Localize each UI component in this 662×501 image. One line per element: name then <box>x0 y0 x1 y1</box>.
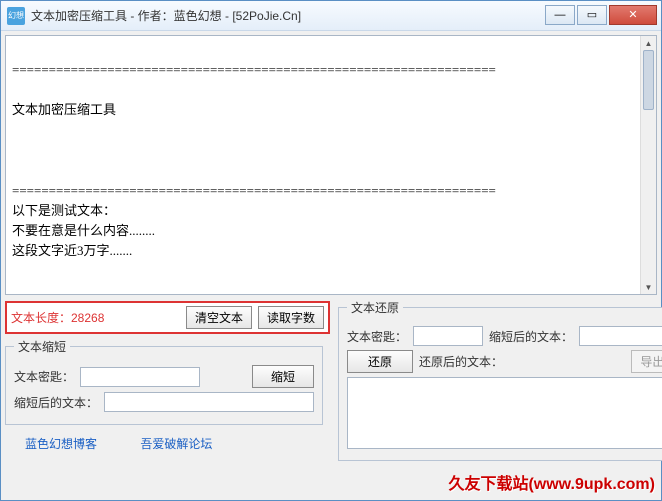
text-scrollbar[interactable]: ▲ ▼ <box>640 36 656 294</box>
restore-short-input[interactable] <box>579 326 662 346</box>
blog-link[interactable]: 蓝色幻想博客 <box>25 437 97 451</box>
main-text-area[interactable]: ========================================… <box>6 36 656 294</box>
restore-group: 文本还原 文本密匙： 缩短后的文本： 还原 还原后的文本： 导出还原文本(txt… <box>338 299 662 461</box>
window-controls: — ▭ ✕ <box>543 5 657 27</box>
scroll-thumb[interactable] <box>643 50 654 110</box>
links-row: 蓝色幻想博客 吾爱破解论坛 <box>5 433 330 454</box>
shorten-result-input[interactable] <box>104 392 314 412</box>
length-row: 文本长度：28268 清空文本 读取字数 <box>5 301 330 334</box>
clear-text-button[interactable]: 清空文本 <box>186 306 252 329</box>
shorten-result-label: 缩短后的文本： <box>14 394 98 411</box>
app-window: 幻想 文本加密压缩工具 - 作者：蓝色幻想 - [52PoJie.Cn] — ▭… <box>0 0 662 501</box>
text-length-label: 文本长度：28268 <box>11 309 180 326</box>
shorten-key-input[interactable] <box>80 367 200 387</box>
watermark: 久友下载站(www.9upk.com) <box>448 470 655 494</box>
shorten-group: 文本缩短 文本密匙： 缩短 缩短后的文本： <box>5 338 323 425</box>
count-chars-button[interactable]: 读取字数 <box>258 306 324 329</box>
minimize-button[interactable]: — <box>545 5 575 25</box>
shorten-button[interactable]: 缩短 <box>252 365 314 388</box>
scroll-up-icon[interactable]: ▲ <box>641 36 656 50</box>
shorten-key-label: 文本密匙： <box>14 368 74 385</box>
forum-link[interactable]: 吾爱破解论坛 <box>140 437 212 451</box>
close-button[interactable]: ✕ <box>609 5 657 25</box>
scroll-down-icon[interactable]: ▼ <box>641 280 656 294</box>
main-text-area-wrap: ========================================… <box>5 35 657 295</box>
restore-result-label: 还原后的文本： <box>419 353 503 370</box>
maximize-button[interactable]: ▭ <box>577 5 607 25</box>
restore-key-input[interactable] <box>413 326 483 346</box>
export-restored-button[interactable]: 导出还原文本(txt) <box>631 350 662 373</box>
restore-key-label: 文本密匙： <box>347 328 407 345</box>
restore-button[interactable]: 还原 <box>347 350 413 373</box>
restore-result-textarea[interactable] <box>347 377 662 449</box>
client-area: ========================================… <box>1 31 661 500</box>
titlebar[interactable]: 幻想 文本加密压缩工具 - 作者：蓝色幻想 - [52PoJie.Cn] — ▭… <box>1 1 661 31</box>
app-icon: 幻想 <box>7 7 25 25</box>
restore-legend: 文本还原 <box>347 299 403 316</box>
shorten-legend: 文本缩短 <box>14 338 70 355</box>
window-title: 文本加密压缩工具 - 作者：蓝色幻想 - [52PoJie.Cn] <box>31 7 543 24</box>
restore-short-label: 缩短后的文本： <box>489 328 573 345</box>
